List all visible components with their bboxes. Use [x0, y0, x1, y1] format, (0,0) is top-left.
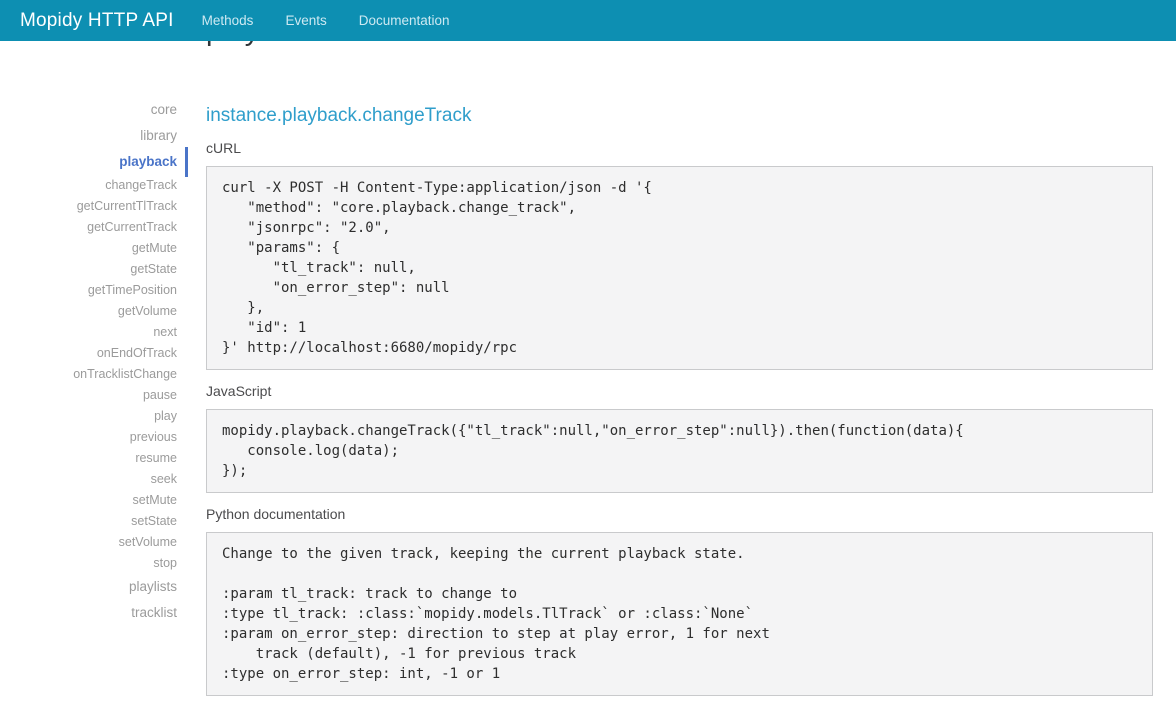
- top-nav-links: Methods Events Documentation: [202, 13, 482, 28]
- sidebar-item-onEndOfTrack[interactable]: onEndOfTrack: [0, 343, 177, 364]
- sidebar-item-getMute[interactable]: getMute: [0, 238, 177, 259]
- sidebar-item-getCurrentTlTrack[interactable]: getCurrentTlTrack: [0, 196, 177, 217]
- sidebar-item-getTimePosition[interactable]: getTimePosition: [0, 280, 177, 301]
- sidebar-item-previous[interactable]: previous: [0, 427, 177, 448]
- sidebar-item-setMute[interactable]: setMute: [0, 490, 177, 511]
- sidebar-item-playback[interactable]: playback: [0, 149, 177, 175]
- code-block: Change to the given track, keeping the c…: [206, 532, 1153, 696]
- sidebar-item-core[interactable]: core: [0, 97, 177, 123]
- api-section: JavaScript mopidy.playback.changeTrack({…: [206, 382, 1153, 493]
- sidebar-item-resume[interactable]: resume: [0, 448, 177, 469]
- sidebar-item-setVolume[interactable]: setVolume: [0, 532, 177, 553]
- sidebar-item-playlists[interactable]: playlists: [0, 574, 177, 600]
- sidebar-item-seek[interactable]: seek: [0, 469, 177, 490]
- code-block: curl -X POST -H Content-Type:application…: [206, 166, 1153, 370]
- section-label: JavaScript: [206, 382, 1153, 401]
- api-section: cURL curl -X POST -H Content-Type:applic…: [206, 139, 1153, 370]
- sidebar-item-getCurrentTrack[interactable]: getCurrentTrack: [0, 217, 177, 238]
- method-title: instance.playback.changeTrack: [206, 104, 1153, 128]
- sidebar-item-tracklist[interactable]: tracklist: [0, 600, 177, 626]
- sidebar-item-getState[interactable]: getState: [0, 259, 177, 280]
- sidebar-item-next[interactable]: next: [0, 322, 177, 343]
- brand-title[interactable]: Mopidy HTTP API: [0, 10, 174, 32]
- sidebar-item-changeTrack[interactable]: changeTrack: [0, 175, 177, 196]
- sidebar-item-library[interactable]: library: [0, 123, 177, 149]
- sidebar-item-onTracklistChange[interactable]: onTracklistChange: [0, 364, 177, 385]
- active-item-indicator: [185, 147, 188, 177]
- nav-link-events[interactable]: Events: [285, 13, 326, 28]
- sidebar-item-play[interactable]: play: [0, 406, 177, 427]
- nav-link-documentation[interactable]: Documentation: [359, 13, 450, 28]
- top-navbar: Mopidy HTTP API Methods Events Documentati…: [0, 0, 1176, 41]
- sidebar-nav: corelibraryplaybackchangeTrackgetCurrent…: [0, 97, 177, 626]
- api-section: Python documentation Change to the given…: [206, 505, 1153, 696]
- main-content: playback instance.playback.changeTrack c…: [206, 0, 1153, 708]
- sidebar-item-setState[interactable]: setState: [0, 511, 177, 532]
- sidebar-item-getVolume[interactable]: getVolume: [0, 301, 177, 322]
- code-block: mopidy.playback.changeTrack({"tl_track":…: [206, 409, 1153, 493]
- section-label: cURL: [206, 139, 1153, 158]
- code-sections: cURL curl -X POST -H Content-Type:applic…: [206, 139, 1153, 696]
- section-label: Python documentation: [206, 505, 1153, 524]
- sidebar-item-stop[interactable]: stop: [0, 553, 177, 574]
- nav-link-methods[interactable]: Methods: [202, 13, 254, 28]
- sidebar-item-pause[interactable]: pause: [0, 385, 177, 406]
